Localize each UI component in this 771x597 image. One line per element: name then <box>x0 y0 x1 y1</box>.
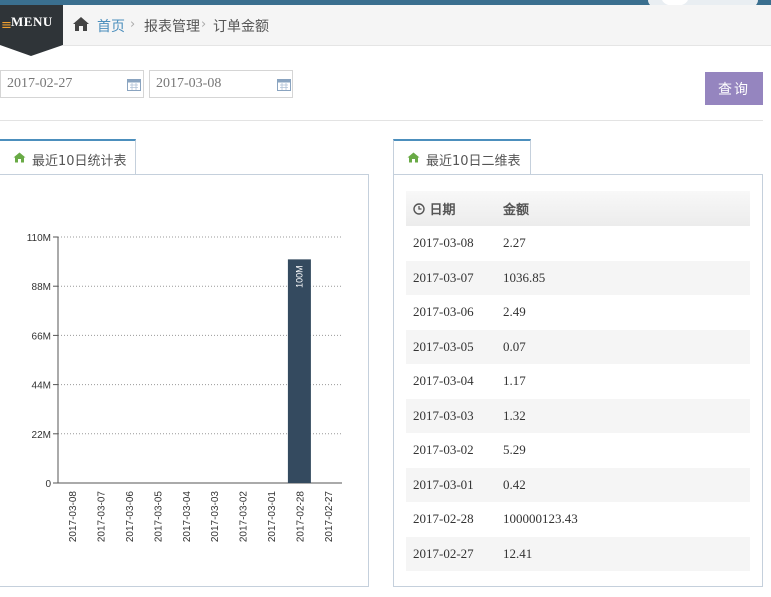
x-tick-label: 2017-03-06 <box>125 491 136 543</box>
menu-label: MENU <box>11 14 53 29</box>
breadcrumb-home-link[interactable]: 首页 <box>97 16 125 36</box>
y-tick-label: 0 <box>45 479 51 490</box>
tab-table[interactable]: 最近10日二维表 <box>393 139 531 174</box>
date-cell: 2017-03-04 <box>413 373 474 389</box>
x-tick-label: 2017-03-07 <box>97 491 108 543</box>
table-row: 2017-03-02 5.29 <box>406 433 750 468</box>
table-header-row: 日期 金额 <box>406 191 750 226</box>
bar <box>287 259 311 483</box>
amount-cell: 2.49 <box>503 304 526 320</box>
calendar-icon[interactable] <box>127 78 141 91</box>
date-cell: 2017-03-06 <box>413 304 474 320</box>
bar-data-label: 100M <box>294 265 304 288</box>
x-tick-label: 2017-02-28 <box>295 491 306 543</box>
y-tick-label: 22M <box>32 430 51 441</box>
table-row: 2017-03-06 2.49 <box>406 295 750 330</box>
query-button[interactable]: 查询 <box>705 72 763 105</box>
y-tick-label: 88M <box>32 282 51 293</box>
x-tick-label: 2017-03-04 <box>182 491 193 543</box>
table-row: 2017-03-03 1.32 <box>406 398 750 433</box>
amount-cell: 100000123.43 <box>503 511 578 527</box>
table-row: 2017-02-28 100000123.43 <box>406 502 750 537</box>
amount-cell: 1.17 <box>503 373 526 389</box>
divider <box>0 120 763 121</box>
start-date-input[interactable] <box>0 70 144 98</box>
breadcrumb: 首页 › 报表管理 › 订单金额 <box>63 5 771 46</box>
date-cell: 2017-03-02 <box>413 442 474 458</box>
column-header-date: 日期 <box>406 191 503 226</box>
y-tick-label: 66M <box>32 331 51 342</box>
amount-cell: 1036.85 <box>503 260 750 295</box>
date-cell: 2017-03-01 <box>406 467 503 502</box>
date-cell: 2017-03-07 <box>406 260 503 295</box>
table-row: 2017-03-01 0.42 <box>406 467 750 502</box>
tab-chart-label: 最近10日统计表 <box>32 154 127 169</box>
y-tick-label: 44M <box>32 381 51 392</box>
x-tick-label: 2017-02-27 <box>324 491 335 543</box>
home-icon <box>73 17 89 31</box>
calendar-icon[interactable] <box>277 78 291 91</box>
y-tick-label: 110M <box>27 233 51 244</box>
tab-table-label: 最近10日二维表 <box>426 154 521 169</box>
amount-cell: 2.27 <box>503 235 526 251</box>
menu-toggle-button[interactable]: ≡ MENU <box>0 5 63 56</box>
breadcrumb-reports[interactable]: 报表管理 <box>144 16 200 36</box>
table-row: 2017-03-08 2.27 <box>406 226 750 261</box>
date-cell: 2017-03-05 <box>406 329 503 364</box>
amount-cell: 0.07 <box>503 329 750 364</box>
x-tick-label: 2017-03-01 <box>267 491 278 543</box>
amount-cell: 5.29 <box>503 442 526 458</box>
date-cell: 2017-03-03 <box>406 398 503 433</box>
home-icon <box>407 152 420 163</box>
home-icon <box>13 152 26 163</box>
table-row: 2017-03-05 0.07 <box>406 329 750 364</box>
table-row: 2017-02-27 12.41 <box>406 536 750 571</box>
x-tick-label: 2017-03-02 <box>239 491 250 543</box>
table-row: 2017-03-04 1.17 <box>406 364 750 399</box>
amount-cell: 0.42 <box>503 467 750 502</box>
end-date-input[interactable] <box>149 70 293 98</box>
column-header-amount: 金额 <box>503 191 750 226</box>
bar-chart: 0 22M 44M 66M 88M 110M 2017-03-08 2017-03-07 201… <box>27 233 342 543</box>
x-tick-label: 2017-03-08 <box>68 491 79 543</box>
clock-icon <box>413 203 425 215</box>
column-header-date-label: 日期 <box>429 203 456 218</box>
data-table: 日期 金额 2017-03-08 2.27 2017-03-07 1036.85 201… <box>406 191 750 571</box>
breadcrumb-current-page: 订单金额 <box>213 19 269 35</box>
breadcrumb-separator-icon: › <box>201 17 207 32</box>
date-cell: 2017-02-28 <box>413 511 474 527</box>
date-cell: 2017-03-08 <box>413 235 474 251</box>
tab-chart[interactable]: 最近10日统计表 <box>0 139 136 174</box>
breadcrumb-separator-icon: › <box>130 17 136 32</box>
x-tick-label: 2017-03-03 <box>210 491 221 543</box>
table-row: 2017-03-07 1036.85 <box>406 260 750 295</box>
x-tick-label: 2017-03-05 <box>153 491 164 543</box>
amount-cell: 1.32 <box>503 398 750 433</box>
chart-panel: 0 22M 44M 66M 88M 110M 2017-03-08 2017-03-07 201… <box>0 174 369 587</box>
date-cell: 2017-02-27 <box>406 536 503 571</box>
amount-cell: 12.41 <box>503 536 750 571</box>
